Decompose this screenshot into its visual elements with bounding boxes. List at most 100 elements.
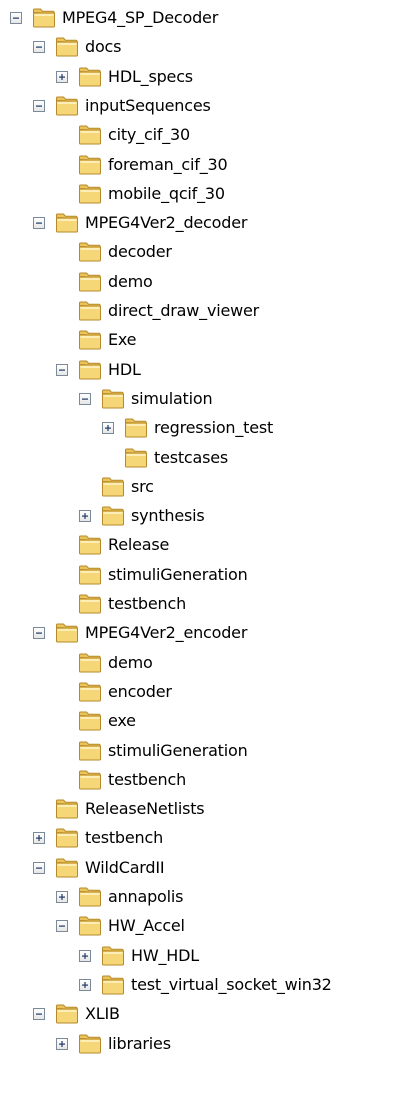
tree-node[interactable]: stimuliGeneration — [0, 561, 407, 589]
folder-label: testbench — [85, 828, 164, 848]
folder-label: HDL — [108, 359, 141, 379]
tree-node[interactable]: docs — [0, 33, 407, 61]
folder-label: XLIB — [85, 1004, 120, 1024]
folder-label: Exe — [108, 330, 137, 350]
folder-icon — [78, 300, 102, 322]
folder-label: docs — [85, 37, 122, 57]
expand-toggle-icon[interactable] — [79, 978, 91, 991]
collapse-toggle-icon[interactable] — [33, 41, 45, 54]
folder-icon — [124, 417, 148, 439]
folder-label: libraries — [108, 1033, 171, 1053]
folder-icon — [78, 593, 102, 615]
tree-node[interactable]: MPEG4_SP_Decoder — [0, 4, 407, 32]
folder-icon — [78, 915, 102, 937]
folder-icon — [78, 154, 102, 176]
folder-label: city_cif_30 — [108, 125, 191, 145]
tree-node[interactable]: exe — [0, 707, 407, 735]
tree-node[interactable]: MPEG4Ver2_decoder — [0, 209, 407, 237]
tree-node[interactable]: stimuliGeneration — [0, 737, 407, 765]
folder-label: WildCardII — [85, 857, 165, 877]
collapse-toggle-icon[interactable] — [33, 217, 45, 230]
folder-label: Release — [108, 535, 170, 555]
tree-node[interactable]: mobile_qcif_30 — [0, 180, 407, 208]
tree-node[interactable]: foreman_cif_30 — [0, 151, 407, 179]
folder-label: MPEG4Ver2_decoder — [85, 213, 248, 233]
expand-toggle-icon[interactable] — [56, 70, 68, 83]
folder-icon — [124, 447, 148, 469]
folder-icon — [78, 271, 102, 293]
tree-node[interactable]: regression_test — [0, 414, 407, 442]
tree-node[interactable]: synthesis — [0, 502, 407, 530]
folder-label: decoder — [108, 242, 172, 262]
folder-label: stimuliGeneration — [108, 564, 248, 584]
expand-toggle-icon[interactable] — [79, 510, 91, 523]
tree-node[interactable]: demo — [0, 649, 407, 677]
tree-node[interactable]: city_cif_30 — [0, 121, 407, 149]
expand-toggle-icon[interactable] — [56, 1037, 68, 1050]
tree-node[interactable]: testbench — [0, 590, 407, 618]
tree-node[interactable]: ReleaseNetlists — [0, 795, 407, 823]
folder-label: HW_Accel — [108, 916, 185, 936]
tree-node[interactable]: MPEG4Ver2_encoder — [0, 619, 407, 647]
tree-node[interactable]: annapolis — [0, 883, 407, 911]
folder-icon — [78, 183, 102, 205]
folder-icon — [101, 388, 125, 410]
tree-node[interactable]: decoder — [0, 238, 407, 266]
folder-icon — [55, 95, 79, 117]
tree-node[interactable]: src — [0, 473, 407, 501]
tree-node[interactable]: HW_HDL — [0, 942, 407, 970]
folder-label: annapolis — [108, 887, 184, 906]
folder-icon — [101, 945, 125, 967]
expand-toggle-icon[interactable] — [56, 891, 68, 903]
expand-toggle-icon[interactable] — [102, 422, 114, 435]
folder-icon — [78, 652, 102, 674]
folder-label: HW_HDL — [131, 945, 199, 965]
folder-icon — [78, 66, 102, 88]
collapse-toggle-icon[interactable] — [33, 861, 45, 874]
collapse-toggle-icon[interactable] — [33, 1008, 45, 1021]
tree-node[interactable]: encoder — [0, 678, 407, 706]
collapse-toggle-icon[interactable] — [33, 627, 45, 640]
folder-icon — [55, 36, 79, 58]
tree-node[interactable]: libraries — [0, 1030, 407, 1058]
collapse-toggle-icon[interactable] — [33, 99, 45, 112]
tree-node[interactable]: WildCardII — [0, 854, 407, 882]
tree-node[interactable]: simulation — [0, 385, 407, 413]
tree-node[interactable]: direct_draw_viewer — [0, 297, 407, 325]
collapse-toggle-icon[interactable] — [10, 12, 22, 24]
collapse-toggle-icon[interactable] — [79, 392, 91, 405]
tree-node[interactable]: XLIB — [0, 1000, 407, 1028]
tree-node[interactable]: inputSequences — [0, 92, 407, 120]
folder-icon — [78, 740, 102, 762]
tree-node[interactable]: Exe — [0, 326, 407, 354]
tree-node[interactable]: Release — [0, 531, 407, 559]
folder-label: mobile_qcif_30 — [108, 183, 225, 203]
tree-node[interactable]: testbench — [0, 766, 407, 794]
folder-icon — [78, 710, 102, 732]
folder-label: regression_test — [154, 418, 274, 438]
folder-icon — [78, 329, 102, 351]
folder-icon — [55, 1003, 79, 1025]
tree-node[interactable]: demo — [0, 268, 407, 296]
folder-label: src — [131, 476, 154, 496]
folder-icon — [78, 534, 102, 556]
folder-label: testbench — [108, 594, 187, 613]
tree-node[interactable]: HW_Accel — [0, 912, 407, 940]
tree-node[interactable]: HDL_specs — [0, 63, 407, 91]
folder-label: exe — [108, 711, 136, 731]
collapse-toggle-icon[interactable] — [56, 920, 68, 933]
folder-icon — [78, 564, 102, 586]
expand-toggle-icon[interactable] — [79, 949, 91, 962]
tree-node[interactable]: testcases — [0, 444, 407, 472]
folder-icon — [78, 359, 102, 381]
tree-node[interactable]: test_virtual_socket_win32 — [0, 971, 407, 999]
folder-icon — [101, 505, 125, 527]
folder-label: stimuliGeneration — [108, 740, 248, 760]
expand-toggle-icon[interactable] — [33, 832, 45, 845]
folder-label: HDL_specs — [108, 66, 193, 86]
collapse-toggle-icon[interactable] — [56, 363, 68, 376]
tree-node[interactable]: HDL — [0, 356, 407, 384]
folder-icon — [32, 7, 56, 29]
folder-label: direct_draw_viewer — [108, 301, 260, 320]
tree-node[interactable]: testbench — [0, 824, 407, 852]
